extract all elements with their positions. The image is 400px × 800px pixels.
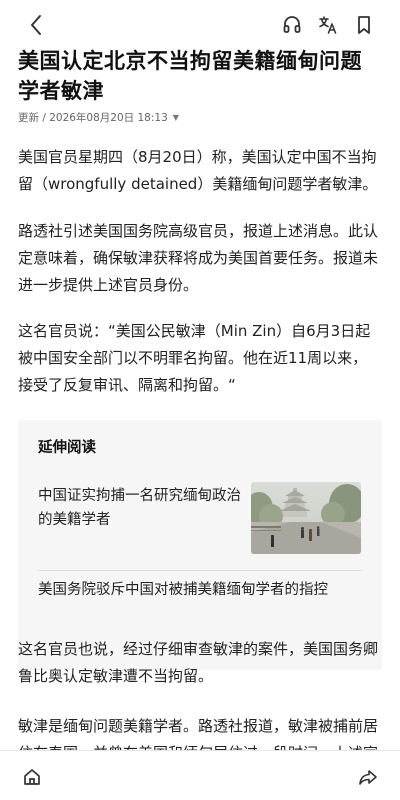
update-timestamp: 更新 / 2026年08月20日 18:13 (18, 112, 168, 124)
related-item-thumbnail[interactable] (251, 482, 361, 554)
top-bar (0, 0, 400, 50)
bottom-bar (0, 750, 400, 800)
related-divider (38, 570, 362, 571)
caret-down-icon[interactable]: ▼ (173, 113, 179, 122)
related-reading-panel: 延伸阅读 中国证实拘捕一名研究缅甸政治的美籍学者 美国务院驳斥中国对被捕美籍缅甸… (18, 420, 382, 670)
headphones-icon[interactable] (280, 13, 304, 37)
article-meta[interactable]: 更新 / 2026年08月20日 18:13 ▼ (18, 110, 382, 125)
back-arrow-icon[interactable] (24, 13, 48, 37)
home-icon[interactable] (20, 765, 44, 789)
article-paragraph: 美国官员星期四（8月20日）称，美国认定中国不当拘留（wrongfully de… (18, 148, 378, 193)
related-item-link[interactable]: 中国证实拘捕一名研究缅甸政治的美籍学者 (38, 484, 248, 532)
article-title: 美国认定北京不当拘留美籍缅甸问题学者敏津 (18, 49, 362, 103)
related-heading: 延伸阅读 (38, 440, 96, 456)
article-paragraph: 路透社引述美国国务院高级官员，报道上述消息。此认定意味着，确保敏津获释将成为美国… (18, 222, 379, 294)
translate-icon[interactable] (316, 13, 340, 37)
bookmark-icon[interactable] (352, 13, 376, 37)
article-paragraph: 这名官员说：“美国公民敏津（Min Zin）自6月3日起被中国安全部门以不明罪名… (18, 322, 371, 394)
share-icon[interactable] (356, 765, 380, 789)
related-item-link[interactable]: 美国务院驳斥中国对被捕美籍缅甸学者的指控 (38, 578, 328, 602)
article-paragraph: 这名官员也说，经过仔细审查敏津的案件，美国国务卿鲁比奥认定敏津遭不当拘留。 (18, 640, 379, 685)
article-content: 美国认定北京不当拘留美籍缅甸问题学者敏津 更新 / 2026年08月20日 18… (18, 46, 382, 762)
